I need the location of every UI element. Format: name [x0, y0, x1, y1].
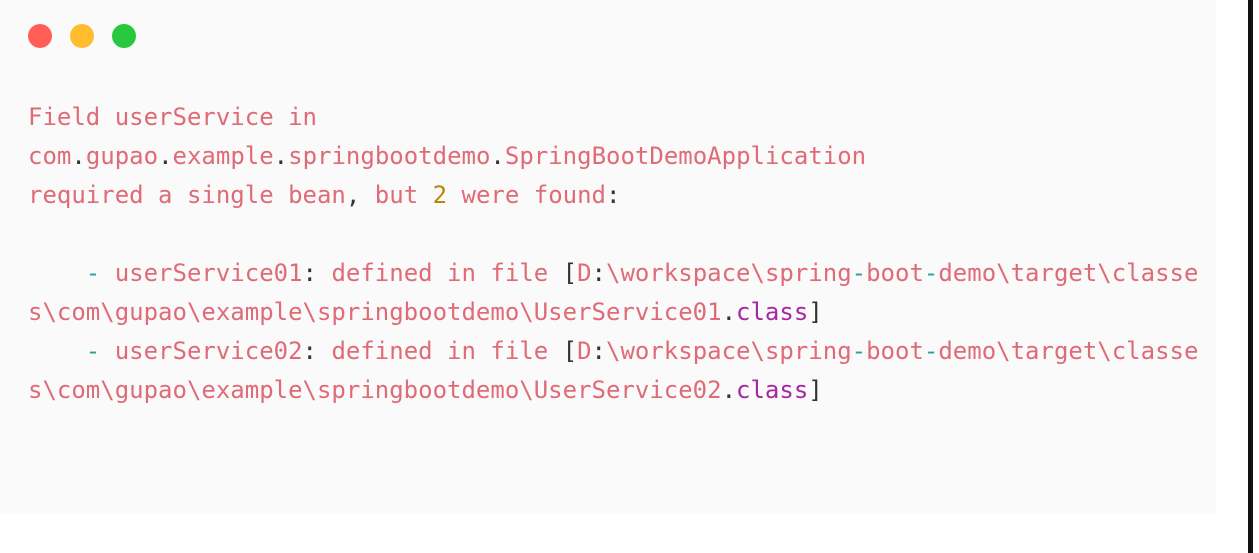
console-token: class [736, 376, 809, 404]
console-line: Field userService in [28, 98, 1202, 137]
console-token: but [360, 181, 433, 209]
close-button[interactable] [28, 24, 52, 48]
console-token: - [85, 259, 101, 287]
console-token: : [591, 259, 606, 287]
minimize-button[interactable] [70, 24, 94, 48]
console-token: [ [562, 337, 578, 365]
console-token: - [923, 259, 939, 287]
page-background: Field userService in com.gupao.example.sp… [0, 0, 1259, 553]
console-token: : [606, 181, 621, 209]
console-line: com.gupao.example.springbootdemo.SpringB… [28, 137, 1202, 176]
console-token: . [71, 142, 86, 170]
console-token: class [736, 298, 809, 326]
console-token: userService02 [100, 337, 303, 365]
console-token: defined in file [317, 259, 563, 287]
console-token: defined in file [317, 337, 563, 365]
console-output[interactable]: Field userService in com.gupao.example.sp… [28, 98, 1202, 410]
console-token: . [721, 376, 737, 404]
console-token: example [172, 142, 274, 170]
console-token: . [490, 142, 505, 170]
console-token: userService01 [100, 259, 303, 287]
console-token: : [302, 337, 317, 365]
console-token: Field userService in [28, 103, 317, 131]
console-token: : [591, 337, 606, 365]
console-line: - userService02: defined in file [D:\wor… [28, 332, 1202, 410]
console-token: gupao [85, 142, 159, 170]
console-token: 2 [432, 181, 448, 209]
console-token: required a single bean [28, 181, 346, 209]
console-token: - [851, 337, 867, 365]
console-token: boot [866, 259, 924, 287]
code-card: Field userService in com.gupao.example.sp… [0, 0, 1216, 514]
console-token [28, 337, 86, 365]
console-token: . [158, 142, 173, 170]
console-token: - [923, 337, 939, 365]
console-token: D [577, 337, 592, 365]
console-token: boot [866, 337, 924, 365]
console-token: \workspace\spring [606, 259, 852, 287]
console-token: : [302, 259, 317, 287]
console-line: - userService01: defined in file [D:\wor… [28, 254, 1202, 332]
console-token: [ [562, 259, 578, 287]
console-token: - [851, 259, 867, 287]
console-token: ] [808, 298, 823, 326]
console-token: . [273, 142, 289, 170]
console-token [28, 259, 86, 287]
console-token: ] [808, 376, 823, 404]
console-token: SpringBootDemoApplication [504, 142, 867, 170]
console-line: required a single bean, but 2 were found… [28, 176, 1202, 215]
maximize-button[interactable] [112, 24, 136, 48]
console-token: com [28, 142, 72, 170]
console-token: \workspace\spring [606, 337, 852, 365]
console-token: - [85, 337, 101, 365]
console-token: , [345, 181, 361, 209]
window-controls [28, 24, 136, 48]
console-token: . [721, 298, 737, 326]
console-token: springbootdemo [288, 142, 491, 170]
right-edge-stripe [1248, 0, 1253, 553]
console-token: were found [447, 181, 606, 209]
console-token: D [577, 259, 592, 287]
